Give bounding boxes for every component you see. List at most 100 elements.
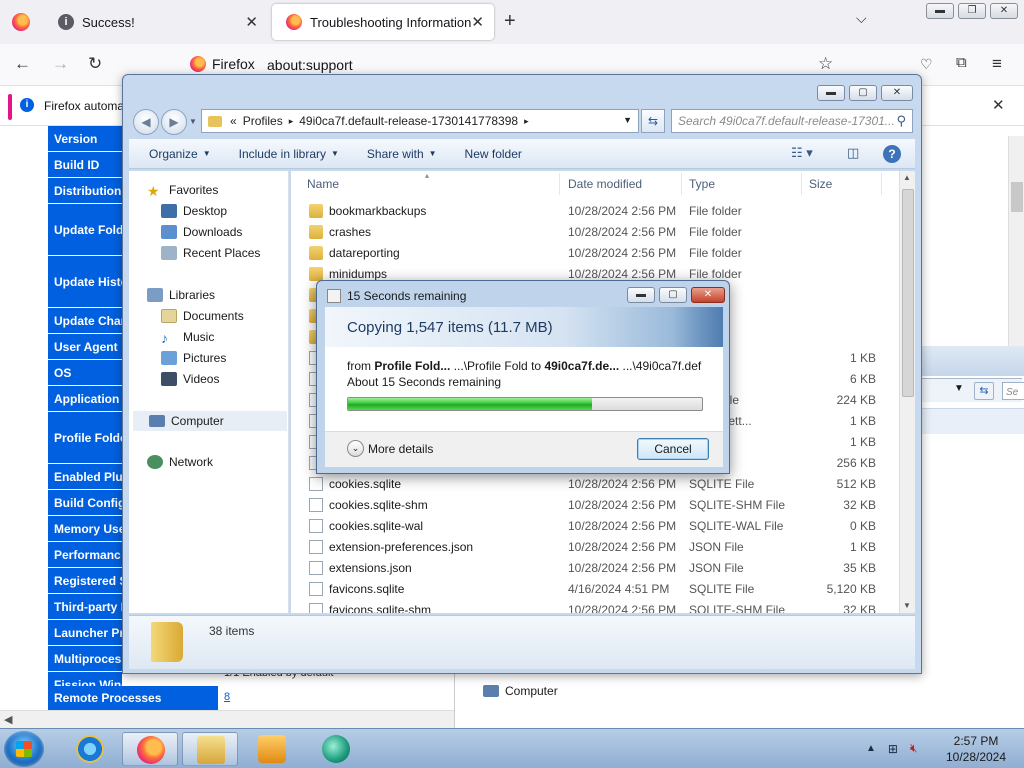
scroll-thumb[interactable] [1011, 182, 1023, 212]
start-button[interactable] [4, 731, 44, 767]
search-icon[interactable]: ⚲ [896, 113, 906, 129]
vertical-scrollbar[interactable] [1008, 136, 1024, 348]
nav-item-documents[interactable]: Documents [161, 309, 244, 323]
destination-name[interactable]: 49i0ca7f.de... [544, 359, 619, 373]
column-header-date[interactable]: Date modified [568, 177, 642, 191]
nav-item-recent-places[interactable]: Recent Places [161, 246, 260, 260]
view-options-icon[interactable]: ☷ ▾ [791, 145, 813, 161]
close-icon[interactable]: ✕ [245, 13, 258, 31]
file-row[interactable]: datareporting 10/28/2024 2:56 PM File fold… [291, 243, 899, 264]
firefox-logo-icon[interactable] [12, 13, 30, 31]
file-row[interactable]: cookies.sqlite 10/28/2024 2:56 PM SQLITE F… [291, 474, 899, 495]
taskbar-internet-explorer[interactable] [62, 732, 118, 766]
file-row[interactable]: cookies.sqlite-shm 10/28/2024 2:56 PM SQLI… [291, 495, 899, 516]
tab-success[interactable]: i Success! ✕ [44, 4, 268, 40]
close-window-button[interactable]: ✕ [990, 3, 1018, 19]
breadcrumb-separator[interactable]: ▸ [524, 116, 529, 127]
taskbar-windows-explorer[interactable] [182, 732, 238, 766]
more-details-toggle[interactable]: ⌄ More details [347, 440, 433, 457]
help-icon[interactable]: ? [883, 145, 901, 163]
breadcrumb-profiles[interactable]: Profiles [243, 114, 283, 128]
back-icon[interactable]: ◀ [133, 109, 159, 135]
nav-item-computer[interactable]: Computer [133, 411, 287, 431]
column-header-name[interactable]: Name [307, 177, 339, 191]
nav-item-computer[interactable]: Computer [483, 684, 558, 698]
forward-arrow-icon[interactable]: → [52, 54, 69, 74]
preview-pane-icon[interactable]: ◫ [847, 145, 859, 161]
include-in-library-button[interactable]: Include in library ▼ [239, 147, 339, 161]
menu-icon[interactable]: ≡ [992, 54, 1002, 74]
file-row[interactable]: bookmarkbackups 10/28/2024 2:56 PM File fo… [291, 201, 899, 222]
column-divider[interactable] [681, 173, 682, 195]
identity-box[interactable]: Firefox [190, 56, 255, 72]
column-divider[interactable] [801, 173, 802, 195]
organize-button[interactable]: Organize ▼ [149, 147, 211, 161]
file-row[interactable]: favicons.sqlite 4/16/2024 4:51 PM SQLITE F… [291, 579, 899, 600]
nav-item-favorites[interactable]: ★ Favorites [147, 183, 218, 199]
taskbar-media-player[interactable] [244, 732, 300, 766]
taskbar-firefox[interactable] [122, 732, 178, 766]
nav-item-desktop[interactable]: Desktop [161, 204, 227, 218]
scroll-down-icon[interactable]: ▼ [903, 601, 911, 610]
scroll-up-icon[interactable]: ▲ [903, 173, 911, 182]
extensions-icon[interactable]: ⧉ [956, 54, 967, 71]
scroll-left-icon[interactable]: ◀ [4, 713, 12, 726]
maximize-button[interactable]: ▢ [849, 85, 877, 101]
breadcrumb-separator[interactable]: ▸ [289, 116, 294, 127]
vertical-scrollbar[interactable]: ▲ ▼ [899, 171, 915, 613]
forward-icon[interactable]: ▶ [161, 109, 187, 135]
horizontal-scrollbar[interactable]: ◀ [0, 710, 454, 728]
search-input[interactable]: Se [1002, 382, 1024, 400]
chevron-down-icon[interactable]: ▼ [954, 383, 964, 394]
breadcrumb-profile-folder[interactable]: 49i0ca7f.default-release-1730141778398 [299, 114, 518, 128]
refresh-icon[interactable]: ⇆ [641, 109, 665, 133]
tab-troubleshooting[interactable]: Troubleshooting Information ✕ [272, 4, 494, 40]
remote-processes-link[interactable]: 8 [224, 691, 230, 703]
show-hidden-icons-icon[interactable]: ▲ [866, 743, 876, 754]
pocket-icon[interactable]: ♡ [920, 56, 933, 73]
column-divider[interactable] [881, 173, 882, 195]
search-input[interactable]: Search 49i0ca7f.default-release-17301...… [671, 109, 913, 133]
file-row[interactable]: crashes 10/28/2024 2:56 PM File folder [291, 222, 899, 243]
minimize-button[interactable]: ▬ [926, 3, 954, 19]
refresh-icon[interactable]: ⇆ [974, 382, 994, 400]
close-icon[interactable]: ✕ [992, 96, 1005, 114]
minimize-button[interactable]: ▬ [627, 287, 655, 303]
network-icon[interactable]: ⊞ [888, 742, 898, 756]
nav-item-pictures[interactable]: Pictures [161, 351, 226, 365]
chevron-down-icon[interactable]: ▼ [623, 115, 632, 125]
close-window-button[interactable]: ✕ [881, 85, 913, 101]
address-bar[interactable]: « Profiles ▸ 49i0ca7f.default-release-17… [201, 109, 639, 133]
clock[interactable]: 2:57 PM 10/28/2024 [936, 733, 1016, 765]
taskbar-app[interactable] [308, 732, 364, 766]
file-row[interactable]: extension-preferences.json 10/28/2024 2:5… [291, 537, 899, 558]
volume-muted-icon[interactable]: 🔇︎ [910, 741, 918, 756]
minimize-button[interactable]: ▬ [817, 85, 845, 101]
cancel-button[interactable]: Cancel [637, 438, 709, 460]
url-field[interactable]: about:support [267, 57, 353, 73]
close-dialog-button[interactable]: ✕ [691, 287, 725, 303]
new-folder-button[interactable]: New folder [465, 147, 522, 161]
nav-item-videos[interactable]: Videos [161, 372, 219, 386]
nav-item-libraries[interactable]: Libraries [147, 288, 215, 302]
breadcrumb-overflow[interactable]: « [230, 114, 237, 128]
bookmark-star-icon[interactable]: ☆ [818, 54, 833, 74]
close-icon[interactable]: ✕ [471, 13, 484, 31]
nav-item-downloads[interactable]: Downloads [161, 225, 242, 239]
share-with-button[interactable]: Share with ▼ [367, 147, 437, 161]
column-header-type[interactable]: Type [689, 177, 715, 191]
file-row[interactable]: cookies.sqlite-wal 10/28/2024 2:56 PM SQLI… [291, 516, 899, 537]
scroll-thumb[interactable] [902, 189, 914, 397]
back-arrow-icon[interactable]: ← [14, 54, 31, 74]
file-row[interactable]: favicons.sqlite-shm 10/28/2024 2:56 PM SQL… [291, 600, 899, 613]
reload-icon[interactable]: ↻ [88, 54, 102, 74]
column-header-size[interactable]: Size [809, 177, 832, 191]
maximize-button[interactable]: ▢ [659, 287, 687, 303]
restore-button[interactable]: ❐ [958, 3, 986, 19]
source-name[interactable]: Profile Fold... [374, 359, 450, 373]
recent-pages-icon[interactable]: ▼ [189, 117, 197, 126]
file-row[interactable]: extensions.json 10/28/2024 2:56 PM JSON Fi… [291, 558, 899, 579]
nav-item-network[interactable]: Network [147, 455, 213, 469]
nav-item-music[interactable]: ♪ Music [161, 330, 214, 346]
chevron-down-icon[interactable]: ⌵ [856, 10, 867, 27]
